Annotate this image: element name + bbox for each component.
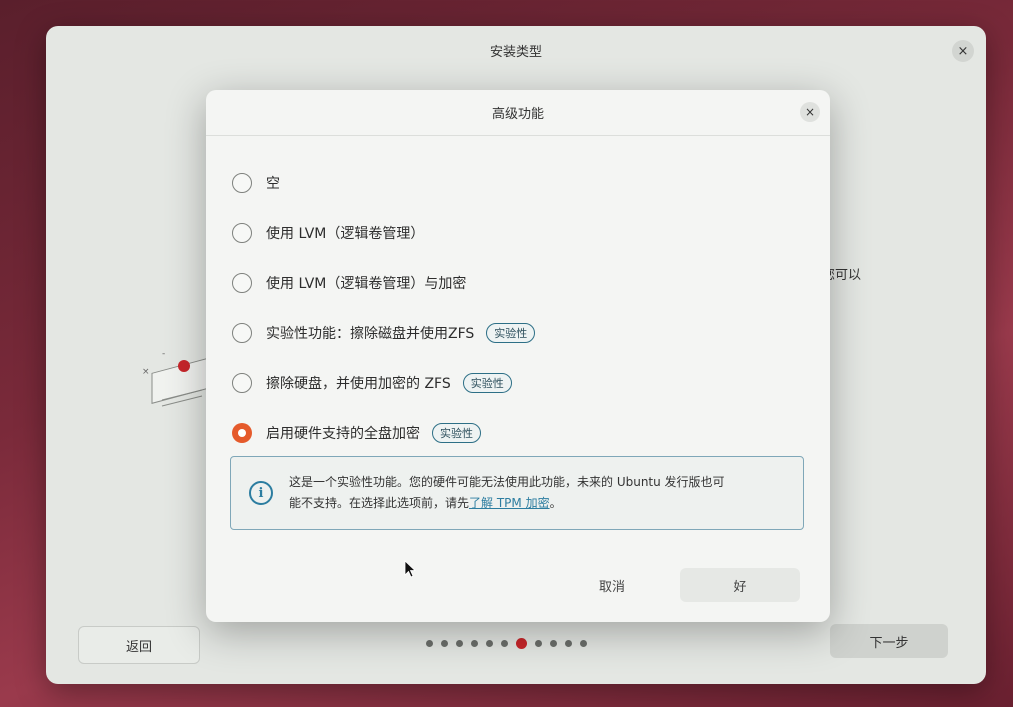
- option-label: 擦除硬盘，并使用加密的 ZFS: [266, 376, 451, 392]
- info-icon: i: [249, 481, 273, 505]
- pager-dot: [456, 640, 463, 647]
- svg-text:×: ×: [142, 367, 150, 377]
- pager-dot: [441, 640, 448, 647]
- radio-button[interactable]: [232, 323, 252, 343]
- radio-button-selected[interactable]: [232, 423, 252, 443]
- close-icon: ×: [957, 43, 969, 59]
- window-close-button[interactable]: ×: [952, 40, 974, 62]
- info-line-2-prefix: 能不支持。在选择此选项前，请先: [289, 496, 470, 510]
- info-line-2: 能不支持。在选择此选项前，请先了解 TPM 加密。: [289, 493, 725, 514]
- radio-button[interactable]: [232, 223, 252, 243]
- pager-dot-active: [516, 638, 527, 649]
- info-text: 这是一个实验性功能。您的硬件可能无法使用此功能，未来的 Ubuntu 发行版也可…: [289, 472, 725, 514]
- pager-dot: [580, 640, 587, 647]
- svg-text:-: -: [162, 349, 165, 359]
- info-line-1: 这是一个实验性功能。您的硬件可能无法使用此功能，未来的 Ubuntu 发行版也可: [289, 475, 725, 489]
- option-label: 使用 LVM（逻辑卷管理）与加密: [266, 276, 467, 292]
- back-button[interactable]: 返回: [78, 626, 200, 664]
- pager-dot: [565, 640, 572, 647]
- close-icon: ×: [804, 105, 816, 119]
- option-lvm[interactable]: 使用 LVM（逻辑卷管理）: [232, 208, 535, 258]
- pager-dot: [426, 640, 433, 647]
- radio-button[interactable]: [232, 273, 252, 293]
- page-indicator: [426, 638, 587, 649]
- tpm-learn-more-link[interactable]: 了解 TPM 加密: [469, 496, 550, 510]
- option-list: 空 使用 LVM（逻辑卷管理） 使用 LVM（逻辑卷管理）与加密 实验性功能：擦…: [232, 158, 536, 458]
- dialog-title: 高级功能: [491, 107, 544, 122]
- option-label: 实验性功能：擦除磁盘并使用ZFS: [266, 326, 475, 342]
- mouse-pointer-icon: [404, 560, 416, 578]
- ok-button[interactable]: 好: [680, 568, 800, 602]
- option-lvm-encrypted[interactable]: 使用 LVM（逻辑卷管理）与加密: [232, 258, 535, 308]
- pager-dot: [471, 640, 478, 647]
- option-label: 空: [266, 176, 280, 192]
- window-header: 安装类型 ×: [46, 26, 986, 74]
- advanced-features-dialog: 高级功能 × 空 使用 LVM（逻辑卷管理） 使用 LVM（逻辑卷管理）与加密 …: [206, 90, 830, 622]
- dialog-close-button[interactable]: ×: [800, 102, 820, 122]
- window-title: 安装类型: [489, 44, 542, 60]
- info-box: i 这是一个实验性功能。您的硬件可能无法使用此功能，未来的 Ubuntu 发行版…: [230, 456, 804, 530]
- radio-button[interactable]: [232, 173, 252, 193]
- experimental-badge: 实验性: [486, 323, 536, 343]
- pager-dot: [535, 640, 542, 647]
- pager-dot: [501, 640, 508, 647]
- info-line-2-suffix: 。: [549, 496, 562, 510]
- radio-button[interactable]: [232, 373, 252, 393]
- option-zfs-encrypted[interactable]: 擦除硬盘，并使用加密的 ZFS 实验性: [232, 358, 535, 408]
- experimental-badge: 实验性: [432, 423, 481, 443]
- option-label: 使用 LVM（逻辑卷管理）: [266, 226, 425, 242]
- next-button[interactable]: 下一步: [830, 624, 948, 658]
- option-zfs[interactable]: 实验性功能：擦除磁盘并使用ZFS 实验性: [232, 308, 536, 358]
- cancel-button[interactable]: 取消: [556, 568, 668, 602]
- pager-dot: [550, 640, 557, 647]
- option-tpm-encryption[interactable]: 启用硬件支持的全盘加密 实验性: [232, 408, 535, 458]
- dialog-header: 高级功能 ×: [206, 90, 830, 136]
- option-none[interactable]: 空: [232, 158, 535, 208]
- option-label: 启用硬件支持的全盘加密: [266, 426, 420, 442]
- pager-dot: [486, 640, 493, 647]
- experimental-badge: 实验性: [462, 373, 512, 393]
